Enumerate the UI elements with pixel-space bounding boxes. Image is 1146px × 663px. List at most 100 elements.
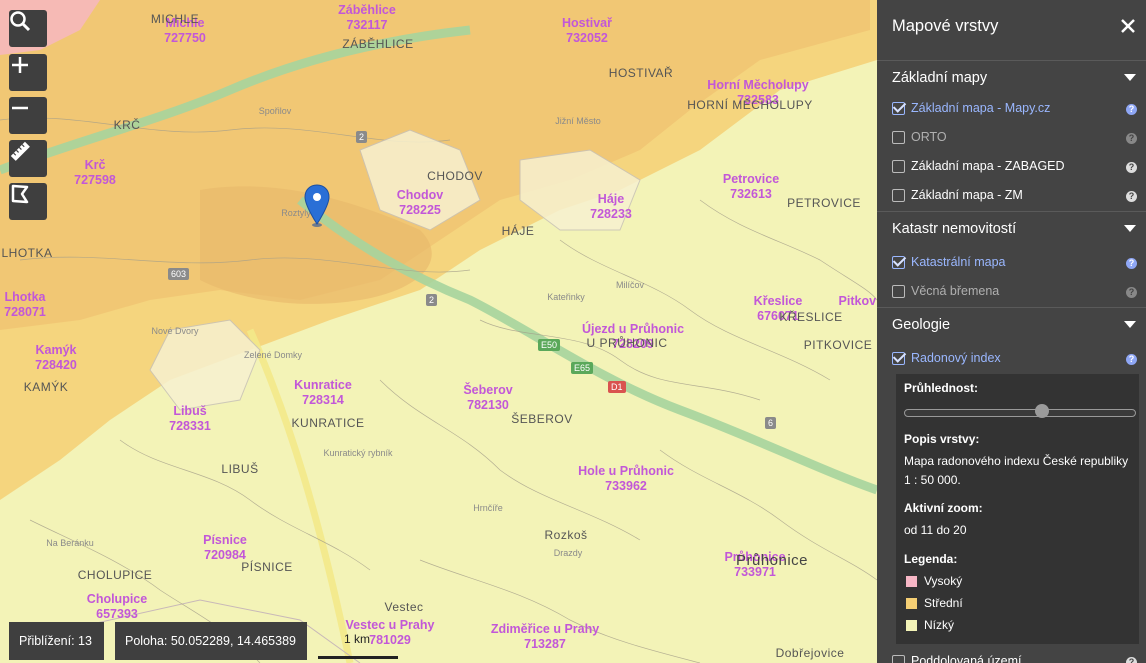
- help-icon[interactable]: ?: [1126, 258, 1137, 269]
- layer-checkbox[interactable]: [892, 189, 905, 202]
- layer-checkbox[interactable]: [892, 285, 905, 298]
- close-icon[interactable]: [1118, 16, 1138, 36]
- measure-button[interactable]: [9, 140, 47, 177]
- place-label: Vestec: [384, 600, 424, 614]
- description-text: Mapa radonového indexu České republiky 1…: [904, 454, 1129, 487]
- cadastral-label: Hostivař 732052: [561, 16, 613, 45]
- opacity-label: Průhlednost:: [904, 381, 978, 395]
- cadastral-label: Kamýk 728420: [35, 343, 77, 372]
- locality-label: Kunratický rybník: [323, 448, 393, 458]
- chevron-down-icon: [1124, 321, 1136, 328]
- place-label: KUNRATICE: [291, 416, 365, 430]
- layer-zabaged[interactable]: Základní mapa - ZABAGED ?: [892, 158, 1137, 178]
- layer-detail-box: Průhlednost: Popis vrstvy: Mapa radonové…: [896, 374, 1139, 644]
- place-label: U PRŮHONIC: [586, 336, 668, 350]
- place-label: PITKOVICE: [803, 338, 873, 352]
- help-icon[interactable]: ?: [1126, 162, 1137, 173]
- locality-label: Jižní Město: [555, 116, 601, 126]
- layer-orto[interactable]: ORTO ?: [892, 129, 1137, 149]
- help-icon[interactable]: ?: [1126, 104, 1137, 115]
- section-header-basemaps[interactable]: Základní mapy: [877, 60, 1146, 93]
- place-label: HORNÍ MĚCHOLUPY: [687, 98, 813, 112]
- chevron-down-icon: [1124, 225, 1136, 232]
- scale-bar: 1 km: [318, 630, 398, 659]
- legend-text: Střední: [924, 596, 963, 610]
- layer-checkbox[interactable]: [892, 352, 905, 365]
- cadastral-label: Kunratice 728314: [294, 378, 352, 407]
- layer-radon-index[interactable]: Radonový index ?: [892, 350, 1137, 370]
- layer-checkbox[interactable]: [892, 256, 905, 269]
- section-header-cadastre[interactable]: Katastr nemovitostí: [877, 211, 1146, 244]
- road-number-label: 603: [168, 268, 190, 280]
- help-icon[interactable]: ?: [1126, 354, 1137, 365]
- scale-line: [318, 656, 398, 659]
- section-header-geology[interactable]: Geologie: [877, 307, 1146, 340]
- legend-text: Nízký: [924, 618, 954, 632]
- layer-undermined-areas[interactable]: Poddolovaná území ?: [892, 653, 1137, 663]
- road-number-label: 6: [765, 417, 777, 429]
- legend-label: Legenda:: [904, 552, 958, 566]
- layer-mapy-cz[interactable]: Základní mapa - Mapy.cz ?: [892, 100, 1137, 120]
- cadastral-label: Libuš 728331: [169, 404, 211, 433]
- map-view[interactable]: Michle 727750 Záběhlice 732117 Hostivař 73205…: [0, 0, 877, 663]
- layer-label: Katastrální mapa: [911, 255, 1006, 269]
- place-label: PÍSNICE: [241, 560, 293, 574]
- cadastral-label: Šeberov 782130: [463, 383, 513, 412]
- search-button[interactable]: [9, 10, 47, 47]
- place-label: Rozkoš: [544, 528, 588, 542]
- legend-swatch: [906, 598, 917, 609]
- layer-easements[interactable]: Věcná břemena ?: [892, 283, 1137, 303]
- position-readout: Poloha: 50.052289, 14.465389: [115, 622, 307, 660]
- zoom-in-button[interactable]: [9, 54, 47, 91]
- location-pin-icon[interactable]: [304, 184, 330, 228]
- cadastral-label: Krč 727598: [74, 158, 116, 187]
- help-icon[interactable]: ?: [1126, 133, 1137, 144]
- layer-label: Základní mapa - Mapy.cz: [911, 101, 1051, 115]
- chevron-down-icon: [1124, 74, 1136, 81]
- place-label: KRČ: [113, 118, 141, 132]
- legend-swatch: [906, 576, 917, 587]
- layer-cadastral-map[interactable]: Katastrální mapa ?: [892, 254, 1137, 274]
- cadastral-label: Petrovice 732613: [722, 172, 780, 201]
- layer-checkbox[interactable]: [892, 160, 905, 173]
- cadastral-label: Zdiměřice u Prahy 713287: [490, 622, 600, 651]
- locality-label: Hrnčíře: [473, 503, 503, 513]
- help-icon[interactable]: ?: [1126, 287, 1137, 298]
- cadastral-label: Pitkovice: [838, 294, 877, 308]
- place-label: ZÁBĚHLICE: [342, 37, 414, 51]
- layer-label: Poddolovaná území: [911, 654, 1022, 663]
- place-label: KŘESLICE: [779, 310, 843, 324]
- place-label: LHOTKA: [1, 246, 53, 260]
- polygon-icon: [11, 184, 29, 204]
- description-label: Popis vrstvy:: [904, 432, 980, 446]
- layer-label: Věcná břemena: [911, 284, 1000, 298]
- layer-checkbox[interactable]: [892, 131, 905, 144]
- draw-polygon-button[interactable]: [9, 183, 47, 220]
- road-number-label: E65: [571, 362, 594, 374]
- place-label: ŠEBEROV: [511, 412, 573, 426]
- place-label: CHOLUPICE: [77, 568, 153, 582]
- zoom-out-button[interactable]: [9, 97, 47, 134]
- zoom-level-readout: Přiblížení: 13: [9, 622, 104, 660]
- locality-label: Kateřinky: [547, 292, 585, 302]
- locality-label: Nové Dvory: [151, 326, 199, 336]
- layer-checkbox[interactable]: [892, 102, 905, 115]
- place-label: Průhonice: [735, 552, 809, 569]
- cadastral-label: Háje 728233: [590, 192, 632, 221]
- place-label: MICHLE: [150, 12, 200, 26]
- road-number-label: E50: [538, 339, 561, 351]
- help-icon[interactable]: ?: [1126, 191, 1137, 202]
- layer-zm[interactable]: Základní mapa - ZM ?: [892, 187, 1137, 207]
- opacity-slider-handle[interactable]: [1035, 404, 1049, 418]
- road-number-label: 2: [426, 294, 438, 306]
- section-title: Katastr nemovitostí: [892, 221, 1017, 237]
- panel-title: Mapové vrstvy: [892, 17, 999, 35]
- layer-label: Základní mapa - ZABAGED: [911, 159, 1065, 173]
- layer-label: Radonový index: [911, 351, 1001, 365]
- cadastral-label: Písnice 720984: [203, 533, 247, 562]
- locality-label: Milíčov: [615, 280, 645, 290]
- opacity-slider[interactable]: [904, 409, 1136, 417]
- ruler-icon: [10, 141, 30, 161]
- layer-checkbox[interactable]: [892, 655, 905, 663]
- help-icon[interactable]: ?: [1126, 657, 1137, 663]
